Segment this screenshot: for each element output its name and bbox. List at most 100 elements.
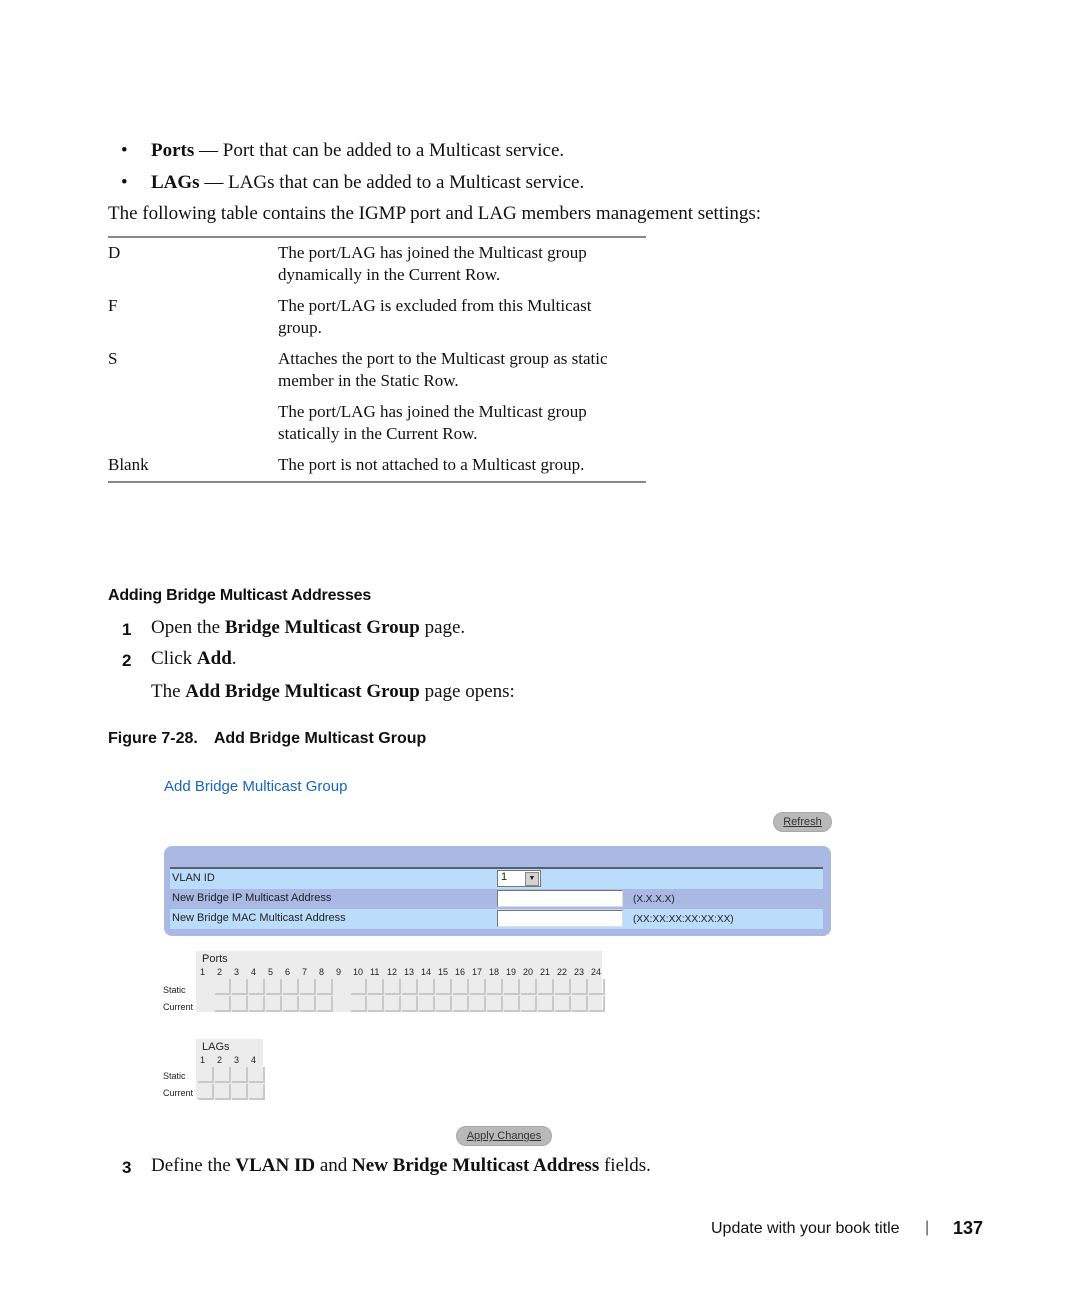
table-desc: The port/LAG is excluded from this Multi…	[278, 296, 592, 337]
port-number-label: 19	[506, 967, 517, 977]
port-14-current-cell[interactable]	[419, 996, 435, 1012]
port-11-current-cell[interactable]	[368, 996, 384, 1012]
port-19-current-cell[interactable]	[504, 996, 520, 1012]
port-6-current-cell[interactable]	[283, 996, 299, 1012]
footer-book-title: Update with your book title	[711, 1220, 900, 1237]
port-15-current-cell[interactable]	[436, 996, 452, 1012]
port-15-static-cell[interactable]	[436, 979, 452, 995]
vlan-id-row: VLAN ID 1 ▼	[170, 869, 823, 889]
mac-multicast-row: New Bridge MAC Multicast Address (XX:XX:…	[170, 909, 823, 929]
port-number-label: 5	[268, 967, 274, 977]
port-number-label: 3	[234, 1055, 240, 1065]
port-12-static-cell[interactable]	[385, 979, 401, 995]
bullet-icon: •	[121, 140, 128, 161]
port-number-label: 6	[285, 967, 291, 977]
port-20-current-cell[interactable]	[521, 996, 537, 1012]
step-3: Define the VLAN ID and New Bridge Multic…	[151, 1155, 651, 1177]
vlan-id-select[interactable]: 1 ▼	[497, 870, 541, 887]
step-text: Open the	[151, 617, 225, 638]
port-8-current-cell[interactable]	[317, 996, 333, 1012]
port-24-current-cell[interactable]	[589, 996, 605, 1012]
port-number-label: 17	[472, 967, 483, 977]
table-row: F The port/LAG is excluded from this Mul…	[108, 291, 646, 344]
apply-changes-button[interactable]: Apply Changes	[456, 1126, 552, 1146]
port-18-static-cell[interactable]	[487, 979, 503, 995]
port-2-static-cell[interactable]	[215, 1067, 231, 1083]
port-13-static-cell[interactable]	[402, 979, 418, 995]
current-row-label: Current	[163, 1002, 194, 1012]
port-11-static-cell[interactable]	[368, 979, 384, 995]
ip-multicast-input[interactable]	[497, 890, 623, 907]
port-1-current-cell[interactable]	[198, 1084, 214, 1100]
figure-number: Figure 7-28.	[108, 730, 198, 747]
figure-title: Add Bridge Multicast Group	[213, 730, 427, 747]
ip-multicast-row: New Bridge IP Multicast Address (X.X.X.X…	[170, 889, 823, 909]
step-text: and	[315, 1155, 353, 1176]
port-4-static-cell[interactable]	[249, 979, 265, 995]
lags-title: LAGs	[202, 1041, 230, 1053]
port-12-current-cell[interactable]	[385, 996, 401, 1012]
port-14-static-cell[interactable]	[419, 979, 435, 995]
port-17-static-cell[interactable]	[470, 979, 486, 995]
port-22-current-cell[interactable]	[555, 996, 571, 1012]
section-heading: Adding Bridge Multicast Addresses	[108, 587, 372, 604]
vlan-id-value: 1	[501, 871, 508, 883]
port-17-current-cell[interactable]	[470, 996, 486, 1012]
mac-multicast-label: New Bridge MAC Multicast Address	[172, 912, 346, 924]
port-4-current-cell[interactable]	[249, 1084, 265, 1100]
port-5-current-cell[interactable]	[266, 996, 282, 1012]
table-key: Blank	[108, 455, 149, 474]
port-16-static-cell[interactable]	[453, 979, 469, 995]
port-number-label: 2	[217, 967, 223, 977]
form-panel: VLAN ID 1 ▼ New Bridge IP Multicast Addr…	[164, 846, 831, 936]
port-18-current-cell[interactable]	[487, 996, 503, 1012]
port-number-label: 8	[319, 967, 325, 977]
port-2-current-cell[interactable]	[215, 1084, 231, 1100]
port-23-current-cell[interactable]	[572, 996, 588, 1012]
step-text: fields.	[599, 1155, 651, 1176]
port-number-label: 13	[404, 967, 415, 977]
port-number-label: 22	[557, 967, 568, 977]
port-24-static-cell[interactable]	[589, 979, 605, 995]
ip-format-hint: (X.X.X.X)	[633, 894, 675, 905]
port-10-current-cell[interactable]	[351, 996, 367, 1012]
ui-page-title: Add Bridge Multicast Group	[164, 778, 348, 795]
port-3-current-cell[interactable]	[232, 996, 248, 1012]
port-7-static-cell[interactable]	[300, 979, 316, 995]
port-4-current-cell[interactable]	[249, 996, 265, 1012]
port-2-static-cell[interactable]	[215, 979, 231, 995]
bullet-ports: • Ports — Port that can be added to a Mu…	[121, 140, 564, 162]
port-20-static-cell[interactable]	[521, 979, 537, 995]
table-row: Blank The port is not attached to a Mult…	[108, 450, 646, 481]
port-22-static-cell[interactable]	[555, 979, 571, 995]
port-16-current-cell[interactable]	[453, 996, 469, 1012]
port-7-current-cell[interactable]	[300, 996, 316, 1012]
port-10-static-cell[interactable]	[351, 979, 367, 995]
port-8-static-cell[interactable]	[317, 979, 333, 995]
port-3-current-cell[interactable]	[232, 1084, 248, 1100]
port-4-static-cell[interactable]	[249, 1067, 265, 1083]
port-5-static-cell[interactable]	[266, 979, 282, 995]
port-2-current-cell[interactable]	[215, 996, 231, 1012]
port-21-static-cell[interactable]	[538, 979, 554, 995]
legend-table: D The port/LAG has joined the Multicast …	[108, 236, 646, 483]
mac-multicast-input[interactable]	[497, 910, 623, 927]
ports-grid: Ports 1 2 3 4 5 6 7 8 9 10 11 12 13 14 15 16 17 18 19 20 21 2…	[196, 951, 605, 1012]
table-key	[108, 401, 278, 445]
port-6-static-cell[interactable]	[283, 979, 299, 995]
port-19-static-cell[interactable]	[504, 979, 520, 995]
port-21-current-cell[interactable]	[538, 996, 554, 1012]
table-row: The port/LAG has joined the Multicast gr…	[108, 397, 646, 450]
port-1-static-cell[interactable]	[198, 1067, 214, 1083]
chevron-down-icon[interactable]: ▼	[525, 872, 539, 886]
step-1: Open the Bridge Multicast Group page.	[151, 617, 465, 639]
bullet-term: Ports	[151, 140, 195, 161]
port-23-static-cell[interactable]	[572, 979, 588, 995]
refresh-button[interactable]: Refresh	[773, 812, 832, 832]
port-number-label: 10	[353, 967, 364, 977]
table-key: F	[108, 296, 118, 315]
port-3-static-cell[interactable]	[232, 1067, 248, 1083]
port-3-static-cell[interactable]	[232, 979, 248, 995]
port-13-current-cell[interactable]	[402, 996, 418, 1012]
bullet-icon: •	[121, 172, 128, 193]
